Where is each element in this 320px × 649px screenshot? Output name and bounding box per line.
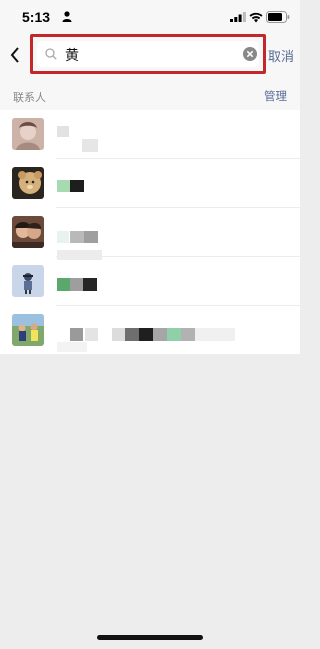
person-icon [62, 11, 72, 22]
contact-row[interactable] [0, 208, 300, 260]
back-icon[interactable] [9, 46, 21, 64]
redacted-name [57, 180, 70, 192]
search-highlight-box: 黄 [30, 34, 266, 74]
avatar [12, 216, 44, 248]
search-input[interactable]: 黄 [37, 41, 259, 67]
signal-icon [230, 12, 246, 22]
contact-row[interactable] [0, 110, 300, 159]
clear-icon[interactable] [243, 47, 257, 61]
status-time: 5:13 [22, 9, 51, 25]
redacted-name [83, 278, 97, 291]
avatar [12, 167, 44, 199]
contact-row[interactable] [0, 306, 300, 354]
search-query[interactable]: 黄 [65, 45, 79, 65]
status-bar: 5:13 [0, 0, 300, 34]
redacted-name [112, 328, 125, 341]
redacted-name [57, 342, 87, 352]
redacted-name [85, 328, 98, 341]
manage-link[interactable]: 管理 [264, 88, 287, 104]
redacted-name [70, 231, 84, 243]
contact-list [0, 110, 300, 354]
redacted-name [57, 126, 69, 137]
battery-icon [266, 11, 290, 23]
redacted-name [82, 139, 98, 152]
home-indicator [97, 635, 203, 640]
redacted-name [57, 278, 70, 291]
redacted-name [57, 231, 69, 243]
cancel-button[interactable]: 取消 [268, 46, 294, 65]
wifi-icon [249, 12, 263, 23]
search-icon [45, 48, 57, 60]
avatar [12, 118, 44, 150]
section-title: 联系人 [13, 91, 46, 104]
redacted-name [125, 328, 139, 341]
redacted-name [84, 231, 98, 243]
contact-row[interactable] [0, 257, 300, 306]
redacted-name [70, 278, 83, 291]
avatar [12, 314, 44, 346]
redacted-name [70, 328, 83, 341]
contacts-section-header: 联系人 管理 [0, 80, 300, 110]
avatar [12, 265, 44, 297]
contact-row[interactable] [0, 159, 300, 208]
redacted-name [167, 328, 181, 341]
search-header: 黄 取消 [0, 34, 300, 80]
redacted-name [153, 328, 167, 341]
redacted-name [70, 180, 84, 192]
redacted-name [181, 328, 195, 341]
redacted-name [139, 328, 153, 341]
redacted-name [195, 328, 235, 341]
